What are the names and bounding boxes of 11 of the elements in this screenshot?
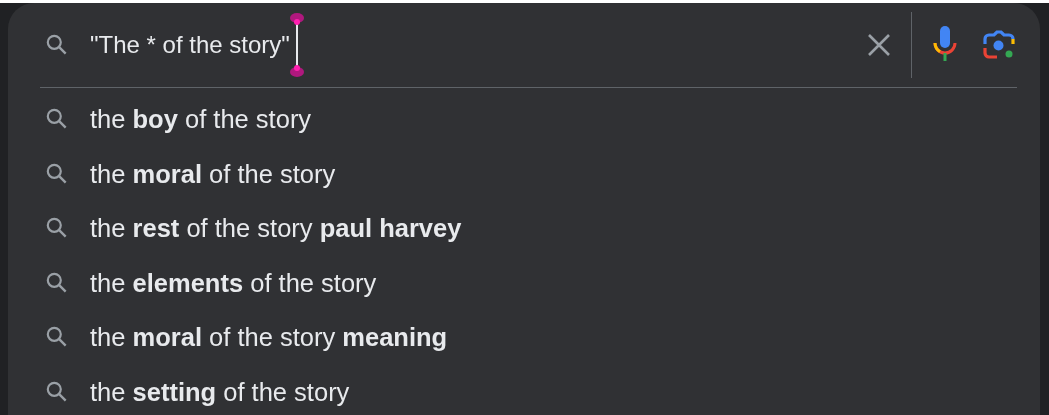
search-query[interactable]: "The * of the story" bbox=[90, 27, 290, 63]
suggestion-item[interactable]: the boy of the story bbox=[90, 100, 312, 139]
suggestion-item[interactable]: the elements of the story bbox=[90, 263, 377, 302]
clear-icon[interactable] bbox=[867, 33, 891, 57]
suggestion-item[interactable]: the setting of the story bbox=[90, 372, 350, 411]
suggestion-item[interactable]: the moral of the story bbox=[90, 154, 336, 193]
suggestion-item[interactable]: the rest of the story paul harvey bbox=[90, 209, 462, 248]
microphone-icon[interactable] bbox=[932, 26, 958, 64]
suggestion-item[interactable]: the moral of the story meaning bbox=[90, 318, 448, 357]
camera-lens-icon[interactable] bbox=[982, 30, 1016, 60]
text-cursor-icon bbox=[289, 12, 304, 78]
